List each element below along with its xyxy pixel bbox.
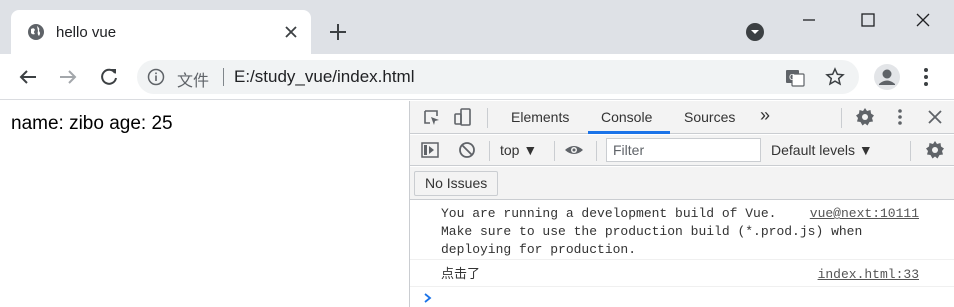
console-message: You are running a development build of V… xyxy=(410,201,954,260)
tab-hello-vue[interactable]: hello vue xyxy=(11,10,311,54)
tab-elements[interactable]: Elements xyxy=(511,109,569,125)
no-issues-button[interactable]: No Issues xyxy=(414,171,499,196)
globe-icon xyxy=(28,24,44,40)
context-value: top xyxy=(500,142,520,158)
device-toolbar-icon[interactable] xyxy=(453,107,473,127)
forward-arrow-icon[interactable] xyxy=(57,66,79,88)
browser-toolbar: 文件 E:/study_vue/index.html G xyxy=(0,54,954,100)
bookmark-star-icon[interactable] xyxy=(825,67,845,87)
svg-text:G: G xyxy=(789,73,795,82)
tab-search-icon[interactable] xyxy=(745,22,765,42)
tab-title: hello vue xyxy=(56,24,117,41)
address-bar[interactable]: 文件 E:/study_vue/index.html G xyxy=(137,60,859,94)
new-tab-plus-icon[interactable] xyxy=(327,21,349,43)
devtools-tab-bar: Elements Console Sources » xyxy=(410,101,954,134)
minimize-icon[interactable] xyxy=(798,10,820,30)
live-expression-eye-icon[interactable] xyxy=(564,140,584,160)
close-tab-icon[interactable] xyxy=(282,23,300,41)
console-sidebar-icon[interactable] xyxy=(420,140,440,160)
translate-icon[interactable]: G xyxy=(785,68,805,88)
tab-console[interactable]: Console xyxy=(601,109,652,125)
info-icon[interactable] xyxy=(147,68,165,86)
inspect-element-icon[interactable] xyxy=(422,108,442,128)
browser-menu-icon[interactable] xyxy=(916,66,936,88)
devtools-panel: Elements Console Sources » top ▼ Filter … xyxy=(409,101,954,307)
message-text: You are running a development build of V… xyxy=(441,206,863,257)
settings-gear-icon[interactable] xyxy=(855,107,875,127)
console-toolbar: top ▼ Default levels ▼ xyxy=(410,135,954,166)
toolbar-separator xyxy=(489,141,490,161)
message-text: 点击了 xyxy=(441,267,481,282)
issues-bar: No Issues xyxy=(410,167,954,200)
console-message: 点击了 index.html:33 xyxy=(410,261,954,287)
page-viewport: name: zibo age: 25 xyxy=(0,101,409,307)
reload-icon[interactable] xyxy=(98,66,120,88)
message-source-link[interactable]: index.html:33 xyxy=(818,266,919,284)
window-close-icon[interactable] xyxy=(912,9,934,31)
tabbar-separator xyxy=(841,108,842,128)
clear-console-icon[interactable] xyxy=(457,140,477,160)
back-arrow-icon[interactable] xyxy=(17,66,39,88)
active-tab-indicator xyxy=(588,131,670,134)
log-levels-select[interactable]: Default levels ▼ xyxy=(771,142,873,158)
filter-input[interactable] xyxy=(606,138,761,162)
maximize-icon[interactable] xyxy=(857,10,879,30)
message-source-link[interactable]: vue@next:10111 xyxy=(810,205,919,223)
devtools-menu-icon[interactable] xyxy=(890,107,910,127)
tab-sources[interactable]: Sources xyxy=(684,109,735,125)
console-prompt-chevron-icon[interactable] xyxy=(422,291,434,305)
levels-label: Default levels xyxy=(771,142,856,158)
url-text[interactable]: E:/study_vue/index.html xyxy=(234,67,414,87)
page-text: name: zibo age: 25 xyxy=(11,113,173,134)
profile-avatar-icon[interactable] xyxy=(873,63,901,91)
tabbar-separator xyxy=(487,108,488,128)
origin-separator xyxy=(223,68,224,86)
toolbar-separator xyxy=(596,141,597,161)
close-devtools-icon[interactable] xyxy=(925,107,945,127)
toolbar-separator xyxy=(554,141,555,161)
file-origin-label: 文件 xyxy=(177,73,210,90)
context-select[interactable]: top ▼ xyxy=(500,142,537,158)
more-tabs-button[interactable]: » xyxy=(760,105,770,126)
toolbar-separator xyxy=(910,141,911,161)
title-bar: hello vue xyxy=(0,0,954,54)
console-settings-gear-icon[interactable] xyxy=(925,140,945,160)
